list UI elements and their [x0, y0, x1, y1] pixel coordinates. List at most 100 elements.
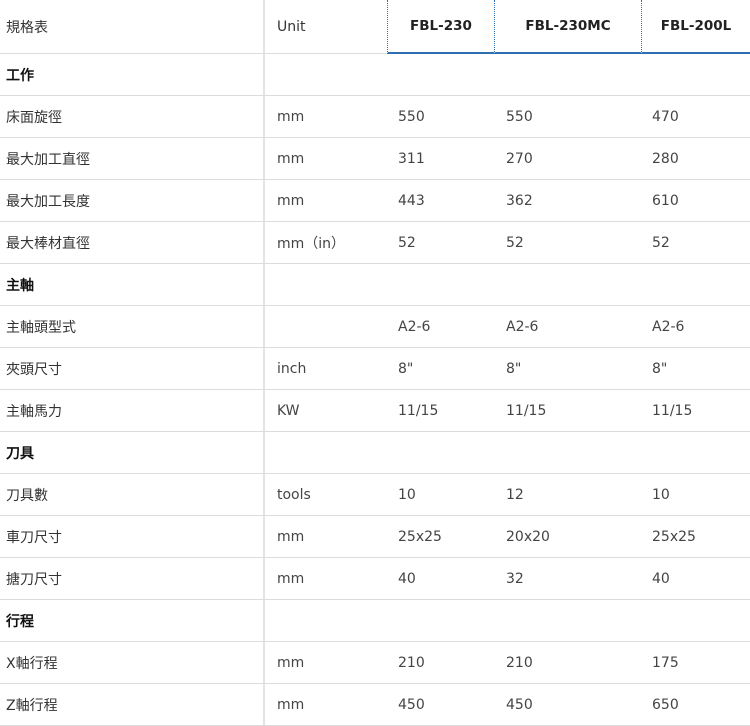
header-model-fbl-230: FBL-230 — [387, 0, 494, 54]
spec-name: 夾頭尺寸 — [6, 361, 62, 378]
value-fbl-230mc: 362 — [506, 192, 533, 209]
section-row: 行程 — [0, 600, 750, 642]
spec-unit: mm — [263, 642, 387, 683]
table-row: Z軸行程 mm 450 450 650 — [0, 684, 750, 726]
table-row: 車刀尺寸 mm 25x25 20x20 25x25 — [0, 516, 750, 558]
value-fbl-230: 8" — [398, 360, 414, 377]
section-row: 主軸 — [0, 264, 750, 306]
value-fbl-230: 40 — [398, 570, 416, 587]
section-title: 刀具 — [6, 445, 34, 462]
spec-unit: inch — [263, 348, 387, 389]
table-row: X軸行程 mm 210 210 175 — [0, 642, 750, 684]
spec-name: 最大加工長度 — [6, 193, 90, 210]
value-fbl-200l: 470 — [652, 108, 679, 125]
section-row: 工作 — [0, 54, 750, 96]
spec-unit: KW — [263, 390, 387, 431]
header-model-fbl-200l: FBL-200L — [641, 0, 750, 54]
value-cell — [641, 600, 750, 641]
section-title: 工作 — [6, 67, 34, 84]
value-fbl-200l: 280 — [652, 150, 679, 167]
table-row: 主軸頭型式 A2-6 A2-6 A2-6 — [0, 306, 750, 348]
value-fbl-230mc: 550 — [506, 108, 533, 125]
spec-unit: mm — [263, 516, 387, 557]
value-fbl-230mc: 210 — [506, 654, 533, 671]
value-cell — [494, 600, 641, 641]
value-fbl-230: 10 — [398, 486, 416, 503]
value-fbl-200l: 175 — [652, 654, 679, 671]
spec-name: 床面旋徑 — [6, 109, 62, 126]
table-row: 最大加工長度 mm 443 362 610 — [0, 180, 750, 222]
section-title: 主軸 — [6, 277, 34, 294]
header-unit-label: Unit — [263, 0, 387, 53]
value-cell — [387, 264, 494, 305]
spec-unit: mm — [263, 96, 387, 137]
value-fbl-200l: A2-6 — [652, 318, 685, 335]
value-fbl-200l: 650 — [652, 696, 679, 713]
spec-name: Z軸行程 — [6, 697, 58, 714]
unit-cell — [263, 600, 387, 641]
value-cell — [494, 54, 641, 95]
value-fbl-200l: 25x25 — [652, 528, 696, 545]
value-fbl-230mc: 32 — [506, 570, 524, 587]
value-cell — [387, 600, 494, 641]
spec-unit: mm（in） — [263, 222, 387, 263]
spec-name: 刀具數 — [6, 487, 48, 504]
value-fbl-230: 52 — [398, 234, 416, 251]
unit-cell — [263, 54, 387, 95]
value-fbl-230: 311 — [398, 150, 425, 167]
header-spec-label: 規格表 — [6, 19, 48, 36]
value-fbl-230mc: A2-6 — [506, 318, 539, 335]
value-fbl-230: 210 — [398, 654, 425, 671]
value-cell — [387, 54, 494, 95]
value-fbl-230mc: 8" — [506, 360, 522, 377]
value-fbl-200l: 10 — [652, 486, 670, 503]
value-cell — [641, 264, 750, 305]
section-title: 行程 — [6, 613, 34, 630]
value-cell — [387, 432, 494, 473]
value-cell — [641, 432, 750, 473]
value-fbl-200l: 11/15 — [652, 402, 693, 419]
table-row: 最大加工直徑 mm 311 270 280 — [0, 138, 750, 180]
value-cell — [641, 54, 750, 95]
spec-unit: mm — [263, 180, 387, 221]
spec-name: 最大棒材直徑 — [6, 235, 90, 252]
spec-name: 車刀尺寸 — [6, 529, 62, 546]
table-row: 主軸馬力 KW 11/15 11/15 11/15 — [0, 390, 750, 432]
table-row: 刀具數 tools 10 12 10 — [0, 474, 750, 516]
value-fbl-230mc: 52 — [506, 234, 524, 251]
spec-unit: mm — [263, 684, 387, 725]
spec-name: 搪刀尺寸 — [6, 571, 62, 588]
value-fbl-230mc: 11/15 — [506, 402, 547, 419]
table-row: 床面旋徑 mm 550 550 470 — [0, 96, 750, 138]
table-row: 最大棒材直徑 mm（in） 52 52 52 — [0, 222, 750, 264]
value-fbl-200l: 610 — [652, 192, 679, 209]
value-fbl-230: 450 — [398, 696, 425, 713]
value-fbl-200l: 8" — [652, 360, 668, 377]
spec-unit — [263, 306, 387, 347]
value-fbl-200l: 40 — [652, 570, 670, 587]
value-fbl-230mc: 450 — [506, 696, 533, 713]
unit-cell — [263, 432, 387, 473]
spec-unit: mm — [263, 138, 387, 179]
value-fbl-200l: 52 — [652, 234, 670, 251]
spec-name: X軸行程 — [6, 655, 58, 672]
value-fbl-230: 550 — [398, 108, 425, 125]
header-model-fbl-230mc: FBL-230MC — [494, 0, 641, 54]
value-fbl-230mc: 20x20 — [506, 528, 550, 545]
value-fbl-230: A2-6 — [398, 318, 431, 335]
unit-cell — [263, 264, 387, 305]
value-fbl-230: 25x25 — [398, 528, 442, 545]
section-row: 刀具 — [0, 432, 750, 474]
spec-name: 主軸頭型式 — [6, 319, 76, 336]
value-fbl-230mc: 12 — [506, 486, 524, 503]
value-cell — [494, 432, 641, 473]
table-header-row: 規格表 Unit FBL-230 FBL-230MC FBL-200L — [0, 0, 750, 54]
spec-unit: mm — [263, 558, 387, 599]
value-fbl-230: 443 — [398, 192, 425, 209]
table-row: 搪刀尺寸 mm 40 32 40 — [0, 558, 750, 600]
value-fbl-230: 11/15 — [398, 402, 439, 419]
table-row: 夾頭尺寸 inch 8" 8" 8" — [0, 348, 750, 390]
spec-name: 最大加工直徑 — [6, 151, 90, 168]
value-cell — [494, 264, 641, 305]
value-fbl-230mc: 270 — [506, 150, 533, 167]
